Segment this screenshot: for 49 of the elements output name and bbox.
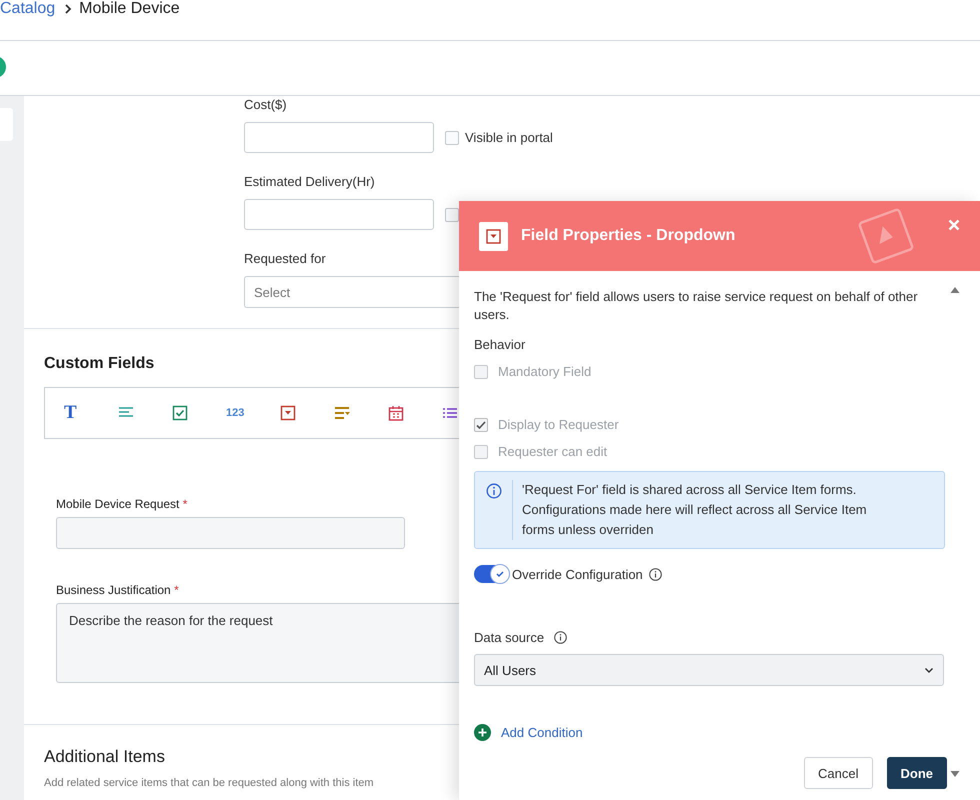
section-title: Custom Fields	[44, 355, 154, 373]
toggle-switch[interactable]	[474, 565, 508, 583]
page-title: Mobile Device	[79, 0, 180, 18]
section-title: Additional Items	[44, 747, 165, 767]
field-label: Data source	[474, 630, 544, 645]
calendar-icon[interactable]	[388, 405, 404, 421]
input-field[interactable]	[244, 122, 434, 153]
select-field[interactable]: Select	[244, 276, 459, 308]
section-description: Add related service items that can be requested along with this item	[44, 777, 374, 789]
checkbox-label: Display to Requester	[498, 417, 619, 432]
toggle-label: Override Configuration	[512, 566, 643, 582]
field-label: Mobile Device Request *	[56, 497, 188, 511]
list-icon[interactable]	[442, 405, 458, 421]
dropdown-icon[interactable]	[280, 405, 296, 421]
text-field-tool[interactable]: T	[64, 402, 77, 424]
cancel-button[interactable]: Cancel	[804, 757, 872, 789]
checkbox-label: Visible in portal	[465, 130, 553, 145]
input-field[interactable]	[56, 517, 405, 549]
info-text: 'Request For' field is shared across all Service Item forms. Configurations made here will reflect across all Service Item forms unless overriden	[512, 480, 944, 540]
scroll-up-icon	[950, 286, 960, 294]
input-field[interactable]	[244, 199, 434, 230]
checkbox[interactable]	[445, 208, 459, 222]
plus-icon	[474, 724, 491, 741]
field-label: Estimated Delivery(Hr)	[244, 174, 376, 190]
panel-description: The 'Request for' field allows users to raise service request on behalf of other users.	[474, 288, 919, 324]
panel-title: Field Properties - Dropdown	[521, 227, 736, 245]
close-button[interactable]	[948, 219, 960, 231]
field-label: Cost($)	[244, 97, 288, 113]
checkbox[interactable]	[445, 130, 459, 144]
multiselect-icon[interactable]	[334, 405, 350, 421]
done-button[interactable]: Done	[886, 757, 947, 789]
dropdown-icon	[479, 222, 508, 250]
info-icon	[554, 631, 568, 644]
check-icon	[495, 569, 505, 579]
info-icon	[648, 568, 662, 580]
field-label: Requested for	[244, 251, 327, 267]
checkbox-label: Mandatory Field	[498, 364, 592, 379]
section-label: Behavior	[474, 337, 526, 352]
breadcrumb-link[interactable]: Catalog	[0, 0, 56, 18]
field-label: Business Justification *	[56, 583, 179, 597]
add-condition-link[interactable]: Add Condition	[501, 725, 583, 740]
chevron-right-icon	[63, 3, 74, 15]
info-icon	[486, 483, 502, 499]
checkbox-label: Requester can edit	[498, 444, 608, 459]
select-field[interactable]: All Users	[474, 654, 944, 686]
checkbox-icon[interactable]	[172, 405, 188, 421]
number-field-tool[interactable]: 123	[226, 407, 244, 419]
scroll-down-icon	[950, 770, 960, 778]
chevron-down-icon	[924, 665, 934, 675]
